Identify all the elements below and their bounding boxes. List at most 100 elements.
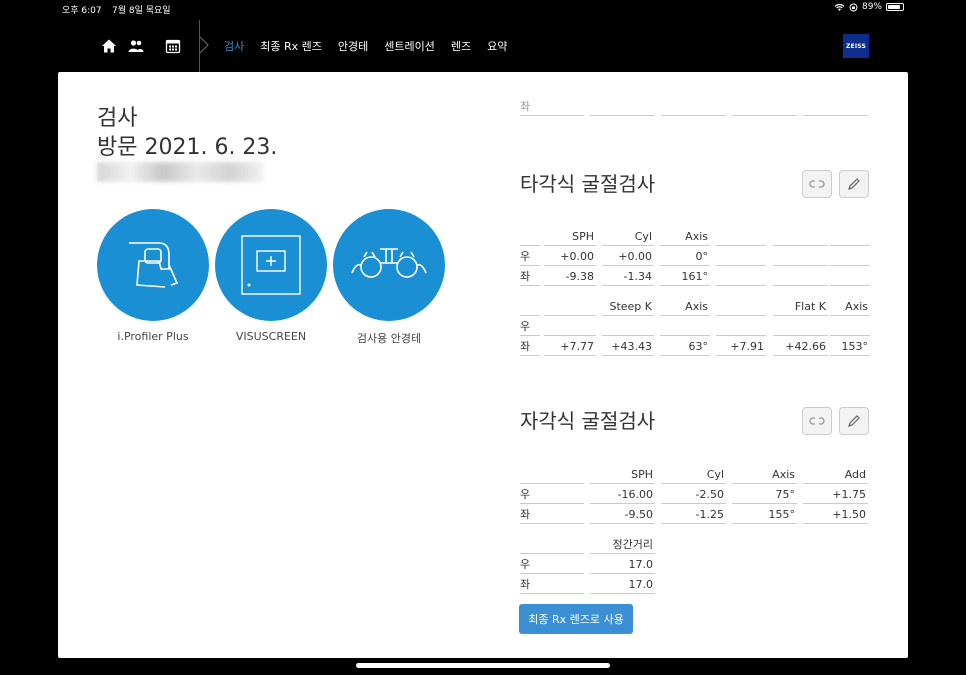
device-label: VISUSCREEN	[235, 330, 307, 343]
device-circle[interactable]	[97, 209, 209, 321]
table-cell: +1.75	[803, 486, 868, 504]
eye-label: 좌	[520, 506, 584, 524]
table-cell	[544, 318, 596, 336]
chevron-right-icon	[199, 36, 209, 54]
zeiss-logo-text: ZEISS	[845, 42, 867, 50]
table-cell: 17.0	[590, 576, 655, 594]
eye-label: 우	[520, 486, 584, 504]
top-nav: 검사 최종 Rx 렌즈 안경테 센트레이션 렌즈 요약 ZEISS	[0, 18, 966, 72]
column-header: 정간거리	[590, 536, 655, 554]
table-cell	[716, 318, 766, 336]
link-button[interactable]	[802, 407, 832, 435]
tab-lens[interactable]: 렌즈	[451, 38, 471, 54]
table-cell	[590, 98, 655, 116]
edit-button[interactable]	[839, 170, 869, 198]
column-header	[830, 228, 870, 246]
column-header	[716, 228, 766, 246]
column-header: Add	[803, 466, 868, 484]
nav-tabs: 검사 최종 Rx 렌즈 안경테 센트레이션 렌즈 요약	[224, 38, 507, 54]
table-cell	[830, 318, 870, 336]
header-empty	[520, 466, 584, 484]
column-header: Cyl	[602, 228, 654, 246]
table-cell: -1.34	[602, 268, 654, 286]
device-circle[interactable]	[333, 209, 445, 321]
tab-exam[interactable]: 검사	[224, 38, 244, 54]
column-header: Axis	[830, 298, 870, 316]
wifi-icon	[834, 3, 845, 11]
table-cell: 0°	[660, 248, 710, 266]
table-cell: -2.50	[661, 486, 726, 504]
table-cell	[803, 98, 868, 116]
home-icon[interactable]	[101, 38, 117, 54]
device-label: 검사용 안경테	[356, 332, 422, 345]
table-cell: -1.25	[661, 506, 726, 524]
eye-label: 우	[520, 318, 540, 336]
objective-refraction-title: 타각식 굴절검사	[520, 172, 656, 196]
table-cell: -9.50	[590, 506, 655, 524]
column-header: Flat K	[773, 298, 828, 316]
table-cell	[732, 98, 797, 116]
status-time: 오후 6:07	[62, 6, 102, 16]
link-icon	[809, 417, 825, 425]
header-empty	[520, 228, 540, 246]
table-cell: +43.43	[602, 338, 654, 356]
table-cell: +0.00	[602, 248, 654, 266]
subjective-refraction-title: 자각식 굴절검사	[520, 409, 656, 433]
use-as-final-rx-button[interactable]: 최종 Rx 렌즈로 사용	[519, 604, 633, 634]
device-label: i.Profiler Plus	[117, 330, 189, 343]
eye-label: 좌	[520, 268, 540, 286]
table-cell: 153°	[830, 338, 870, 356]
table-cell: +7.77	[544, 338, 596, 356]
tab-frame[interactable]: 안경테	[338, 38, 368, 54]
table-cell	[602, 318, 654, 336]
table-cell	[661, 98, 726, 116]
column-header	[773, 228, 828, 246]
status-indicators: 89%	[834, 2, 904, 12]
visit-date: 방문 2021. 6. 23.	[97, 135, 278, 160]
table-cell: 63°	[660, 338, 710, 356]
table-cell: +1.50	[803, 506, 868, 524]
device-circle[interactable]	[215, 209, 327, 321]
table-cell	[773, 248, 828, 266]
table-cell: -9.38	[544, 268, 596, 286]
iprofiler-icon	[129, 242, 179, 288]
table-cell: -16.00	[590, 486, 655, 504]
zeiss-logo: ZEISS	[843, 34, 869, 58]
table-cell	[830, 248, 870, 266]
eye-label: 좌	[520, 338, 540, 356]
content-panel: 검사 방문 2021. 6. 23. i.Profiler Plus VISUS…	[58, 72, 908, 658]
orientation-lock-icon	[849, 3, 858, 11]
calendar-icon[interactable]	[165, 38, 181, 54]
battery-percent: 89%	[861, 2, 882, 12]
customers-icon[interactable]	[128, 38, 144, 54]
column-header: Steep K	[602, 298, 654, 316]
column-header: SPH	[544, 228, 596, 246]
column-header	[544, 298, 596, 316]
edit-button[interactable]	[839, 407, 869, 435]
table-cell	[773, 268, 828, 286]
home-indicator[interactable]	[356, 663, 610, 668]
table-cell	[830, 268, 870, 286]
device-visuscreen[interactable]: VISUSCREEN	[215, 209, 327, 343]
tab-final-rx-lens[interactable]: 최종 Rx 렌즈	[260, 38, 322, 54]
pencil-icon	[848, 415, 860, 427]
eye-label: 좌	[520, 576, 584, 594]
table-cell: +7.91	[716, 338, 766, 356]
pencil-icon	[848, 178, 860, 190]
status-date: 7월 8일 목요일	[112, 6, 171, 16]
device-iprofiler[interactable]: i.Profiler Plus	[97, 209, 209, 343]
tab-summary[interactable]: 요약	[487, 38, 507, 54]
header-empty	[520, 298, 540, 316]
battery-icon	[886, 3, 904, 11]
table-cell: 155°	[732, 506, 797, 524]
table-cell: 17.0	[590, 556, 655, 574]
link-button[interactable]	[802, 170, 832, 198]
table-cell: +42.66	[773, 338, 828, 356]
column-header: Axis	[732, 466, 797, 484]
page-title: 검사	[97, 106, 138, 131]
eye-label: 좌	[520, 98, 584, 116]
table-cell	[716, 248, 766, 266]
device-trial-frame[interactable]: 검사용 안경테	[333, 209, 445, 346]
tab-centration[interactable]: 센트레이션	[384, 38, 435, 54]
column-header: Cyl	[661, 466, 726, 484]
